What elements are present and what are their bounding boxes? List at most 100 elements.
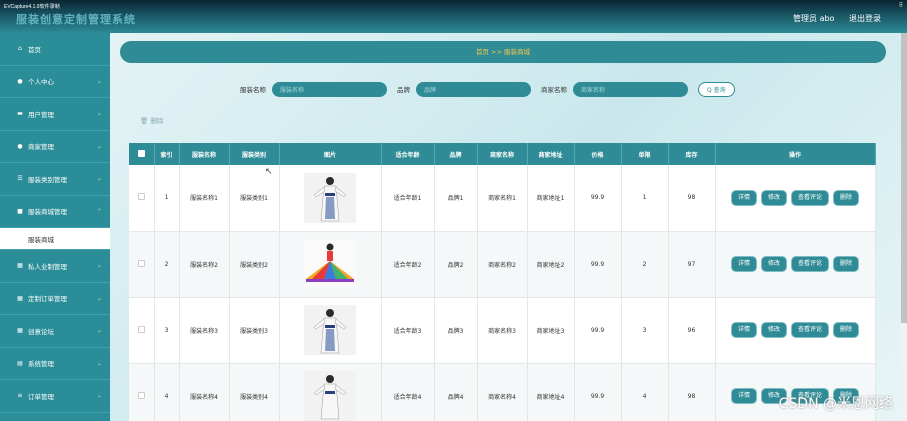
row-checkbox[interactable] <box>137 325 145 333</box>
select-all-cell[interactable] <box>129 143 155 165</box>
stock-cell: 98 <box>668 165 716 232</box>
column-header: 商家名称 <box>477 143 528 165</box>
index-cell: 1 <box>154 165 180 232</box>
sidebar-item-system[interactable]: ▤ 系统管理 ⌄ <box>0 348 110 380</box>
row-select-cell[interactable] <box>129 165 155 232</box>
age-cell: 适合年龄3 <box>381 297 435 364</box>
view-reviews-button[interactable]: 查看评论 <box>792 190 829 205</box>
home-icon: ⌂ <box>18 45 22 53</box>
top-header: EVCapture4.1.9软件录制 服装创意定制管理系统 管理员 abo 退出… <box>0 0 907 33</box>
view-reviews-button[interactable]: 查看评论 <box>792 257 829 271</box>
delete-button[interactable]: 删除 <box>834 190 859 205</box>
sidebar-item-label: 定制订单管理 <box>28 295 67 304</box>
product-image[interactable] <box>304 172 356 223</box>
sidebar-item-label: 商家管理 <box>28 143 54 152</box>
logout-link[interactable]: 退出登录 <box>849 14 881 23</box>
chevron-down-icon: ⌄ <box>96 327 102 335</box>
merchant-cell: 商家名称2 <box>477 231 528 298</box>
doc-icon: ■ <box>17 207 23 215</box>
address-cell: 商家地址3 <box>527 297 575 364</box>
address-cell: 商家地址1 <box>527 165 575 232</box>
edit-button[interactable]: 修改 <box>761 257 786 271</box>
sidebar-item-label: 服装商城 <box>28 235 54 244</box>
image-cell <box>279 297 382 364</box>
sidebar-item-label: 用户管理 <box>28 110 54 119</box>
product-image[interactable] <box>304 371 356 421</box>
sidebar-item-users[interactable]: ▬ 用户管理 ⌄ <box>0 98 110 131</box>
detail-button[interactable]: 详情 <box>731 190 756 205</box>
row-checkbox[interactable] <box>137 391 145 399</box>
breadcrumb: 首页 >> 服装商城 <box>120 41 886 63</box>
pin-icon: ● <box>17 142 23 150</box>
stock-cell: 96 <box>668 297 716 364</box>
row-checkbox[interactable] <box>137 259 145 267</box>
sidebar-item-orders[interactable]: ≡ 订单管理 ⌄ <box>0 380 110 413</box>
table-row: 2 服装名称2 服装类别2 适合年龄2 品牌2 商家名称2 商家地址2 99.9… <box>129 231 876 298</box>
sidebar-item-clothing-mall[interactable]: ■ 服装商城管理 ⌃ <box>0 196 110 228</box>
index-cell: 2 <box>154 231 180 298</box>
price-cell: 99.9 <box>574 231 622 298</box>
sidebar-item-home[interactable]: ⌂ 首页 <box>0 33 110 66</box>
delete-button[interactable]: 删除 <box>834 257 859 271</box>
brand-search-input[interactable]: 品牌 <box>416 81 531 97</box>
chevron-down-icon: ⌄ <box>96 110 102 118</box>
row-select-cell[interactable] <box>129 297 155 364</box>
sidebar-item-profile[interactable]: ● 个人中心 ⌄ <box>0 66 110 98</box>
search-button[interactable]: Q 查询 <box>698 81 735 97</box>
brand-cell: 品牌2 <box>434 231 478 298</box>
row-checkbox[interactable] <box>137 193 145 201</box>
limit-cell: 3 <box>621 297 669 364</box>
brand-label: 品牌 <box>397 86 410 94</box>
detail-button[interactable]: 详情 <box>731 323 756 337</box>
batch-delete-button[interactable]: 🗑 删除 <box>140 115 163 125</box>
index-cell: 4 <box>154 363 180 421</box>
sidebar-item-clothing-category[interactable]: ☰ 服装类别管理 ⌄ <box>0 163 110 196</box>
delete-button[interactable]: 删除 <box>834 323 859 337</box>
merchant-label: 商家名称 <box>541 86 567 94</box>
column-header: 图片 <box>279 143 382 165</box>
name-cell: 服装名称1 <box>179 165 230 232</box>
detail-button[interactable]: 详情 <box>731 389 756 403</box>
limit-cell: 2 <box>621 231 669 298</box>
view-reviews-button[interactable]: 查看评论 <box>792 323 829 337</box>
category-cell: 服装类别2 <box>229 231 280 298</box>
sidebar-item-label: 创意论坛 <box>28 327 54 336</box>
merchant-search-input[interactable]: 商家名称 <box>573 81 688 97</box>
breadcrumb-home[interactable]: 首页 <box>476 48 489 56</box>
detail-button[interactable]: 详情 <box>731 257 756 271</box>
sidebar-item-merchants[interactable]: ● 商家管理 ⌄ <box>0 131 110 163</box>
edit-button[interactable]: 修改 <box>761 323 786 337</box>
header-actions: 管理员 abo 退出登录 <box>781 13 881 24</box>
scrollbar-thumb[interactable] <box>901 33 907 323</box>
edit-button[interactable]: 修改 <box>761 190 786 205</box>
address-cell: 商家地址2 <box>527 231 575 298</box>
watermark: CSDN @米恩网络 <box>778 396 893 412</box>
column-header: 服装名称 <box>179 143 230 165</box>
product-image[interactable] <box>304 305 356 355</box>
limit-cell: 1 <box>621 165 669 232</box>
select-all-checkbox[interactable] <box>137 149 145 157</box>
name-search-input[interactable]: 服装名称 <box>272 81 387 97</box>
sidebar-item-private-custom[interactable]: ▦ 私人业制管理 ⌄ <box>0 250 110 283</box>
sidebar-item-label: 个人中心 <box>28 78 54 87</box>
sidebar-item-label: 订单管理 <box>28 392 54 401</box>
row-select-cell[interactable] <box>129 231 155 298</box>
age-cell: 适合年龄1 <box>381 165 435 232</box>
main-content: 首页 >> 服装商城 服装名称 服装名称 品牌 品牌 商家名称 商家名称 Q 查… <box>110 33 907 421</box>
sidebar-subitem-mall[interactable]: 服装商城 <box>0 228 110 250</box>
row-select-cell[interactable] <box>129 363 155 421</box>
sidebar: ⌂ 首页 ● 个人中心 ⌄ ▬ 用户管理 ⌄ ● 商家管理 ⌄ ☰ 服装类别管理… <box>0 33 110 421</box>
sidebar-item-forum[interactable]: ▦ 创意论坛 ⌄ <box>0 315 110 348</box>
table-row: 3 服装名称3 服装类别3 适合年龄3 品牌3 商家名称3 商家地址3 99.9… <box>129 297 876 364</box>
stock-cell: 97 <box>668 231 716 298</box>
sidebar-item-custom-orders[interactable]: ▦ 定制订单管理 ⌄ <box>0 283 110 315</box>
sidebar-item-label: 服装类别管理 <box>28 175 67 184</box>
chevron-down-icon: ⌄ <box>96 392 102 400</box>
product-image[interactable] <box>304 239 356 289</box>
table-header-row: 索引 服装名称 服装类别 图片 适合年龄 品牌 商家名称 商家地址 价格 单限 … <box>129 143 876 165</box>
chevron-down-icon: ⌄ <box>96 294 102 302</box>
scrollbar[interactable] <box>901 33 907 421</box>
column-header: 操作 <box>715 143 876 165</box>
list-icon: ☰ <box>17 175 23 183</box>
admin-label[interactable]: 管理员 abo <box>793 14 834 23</box>
